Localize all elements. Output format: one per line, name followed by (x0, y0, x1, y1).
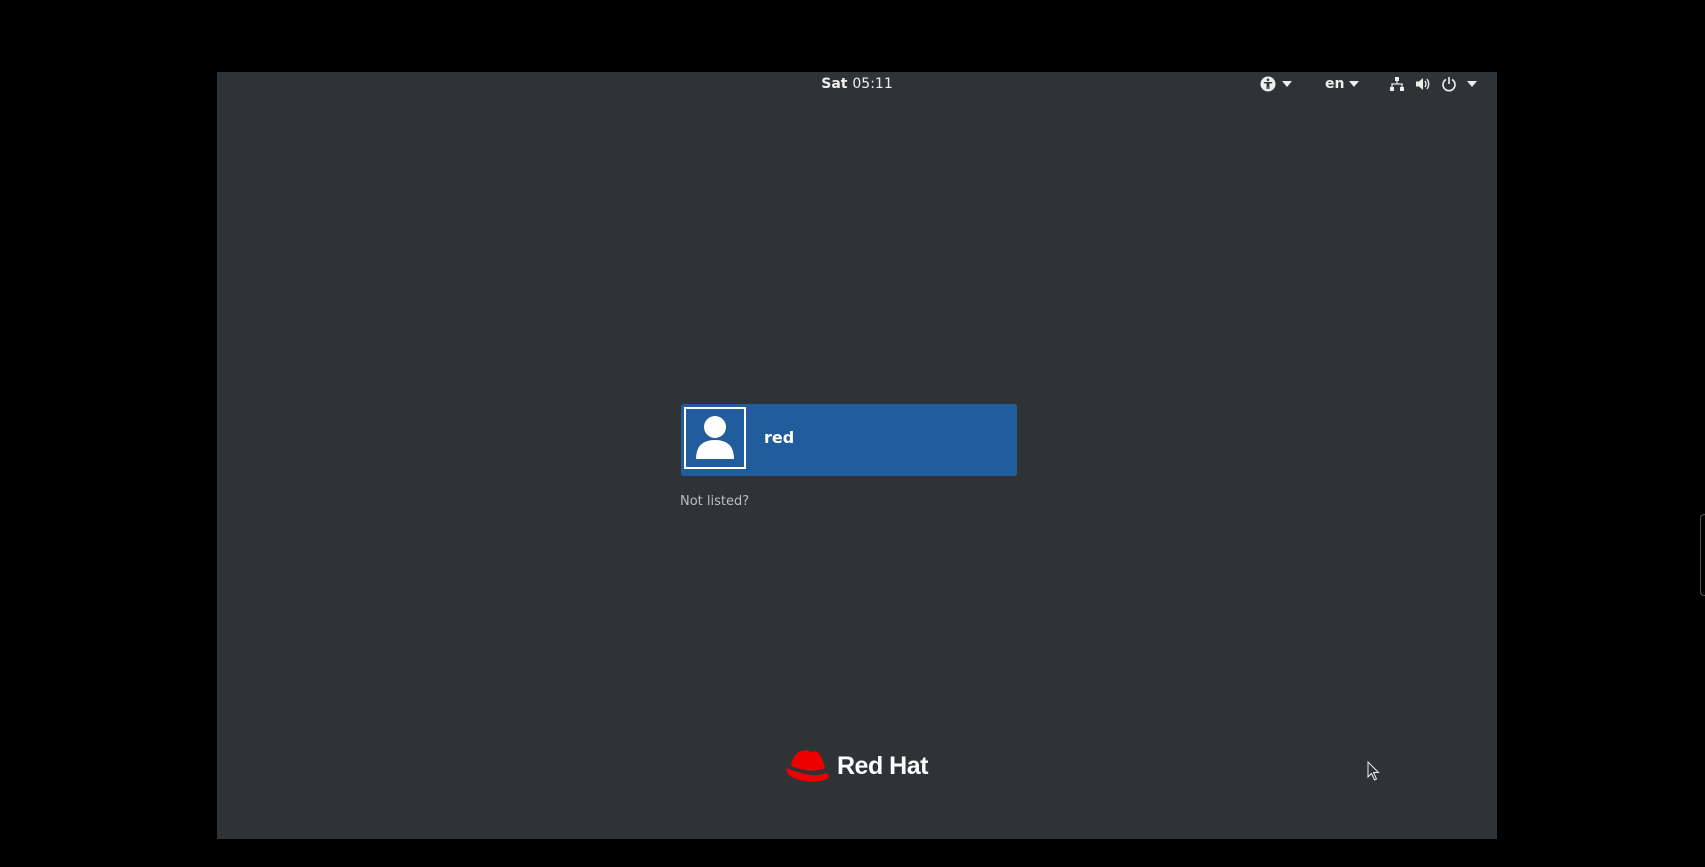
redhat-hat-icon (786, 750, 829, 782)
clock[interactable]: Sat 05:11 (217, 76, 1497, 92)
network-icon (1389, 76, 1405, 92)
chevron-down-icon (1349, 81, 1360, 87)
not-listed-link[interactable]: Not listed? (680, 494, 749, 509)
redhat-logo: Red Hat (781, 746, 928, 786)
clock-day: Sat (821, 76, 848, 92)
accessibility-menu[interactable] (1260, 74, 1292, 94)
login-screen: Sat 05:11 en red Not listed? Red Hat (217, 72, 1497, 839)
chevron-down-icon (1282, 81, 1292, 87)
chevron-down-icon (1467, 81, 1477, 87)
user-list-item[interactable]: red (681, 404, 1017, 476)
avatar (684, 407, 746, 469)
user-icon (696, 416, 734, 459)
accessibility-icon (1260, 76, 1276, 92)
user-name: red (764, 428, 795, 447)
system-menu[interactable] (1389, 74, 1477, 94)
language-menu[interactable]: en (1325, 74, 1360, 94)
clock-time: 05:11 (852, 76, 893, 92)
edge-handle[interactable] (1700, 514, 1705, 596)
language-label: en (1325, 76, 1345, 92)
logo-text: Red Hat (837, 751, 928, 780)
volume-icon (1415, 76, 1431, 92)
power-icon (1441, 76, 1457, 92)
top-bar: Sat 05:11 en (217, 72, 1497, 96)
mouse-pointer-icon (1367, 760, 1381, 785)
